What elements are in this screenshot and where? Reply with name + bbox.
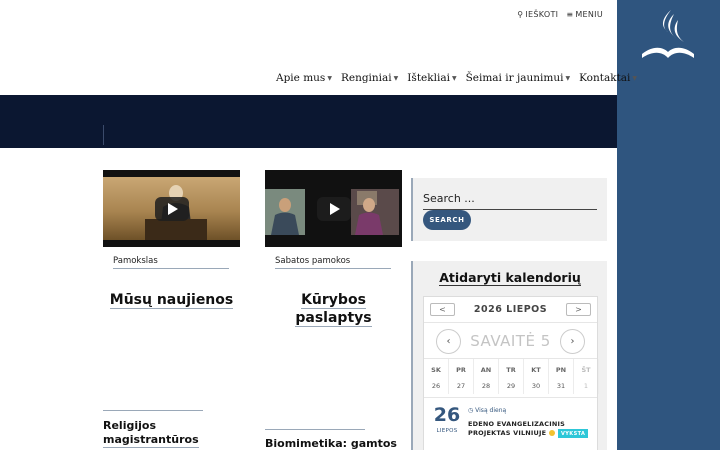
video-thumbnail[interactable]	[103, 170, 240, 247]
event-month: LIEPOS	[436, 428, 458, 434]
day-header: ŠT	[574, 359, 599, 377]
search-icon: ⚲	[517, 10, 524, 19]
card-title-text: Mūsų naujienos	[109, 292, 234, 309]
day-cell[interactable]: 28	[474, 377, 499, 394]
day-header: KT	[524, 359, 549, 377]
open-calendar-label: Atidaryti kalendorių	[439, 270, 581, 286]
nav-item-kontaktai[interactable]: Kontaktai ▼	[579, 72, 637, 84]
utility-links: ⚲ IEŠKOTI ≡ MENIU	[517, 10, 603, 19]
hero-banner	[0, 95, 617, 148]
nav-item-label: Ištekliai	[407, 72, 450, 84]
chevron-down-icon: ▼	[565, 74, 571, 82]
day-header: PR	[449, 359, 474, 377]
day-cell[interactable]: 29	[499, 377, 524, 394]
event-status-dot-icon	[548, 430, 555, 436]
search-widget: Search ... SEARCH	[411, 178, 607, 241]
open-calendar-link[interactable]: Atidaryti kalendorių	[413, 270, 607, 286]
post-title-line2: magistrantūros	[103, 433, 199, 448]
page: ⚲ IEŠKOTI ≡ MENIU Apie mus ▼ Renginiai ▼…	[0, 0, 720, 450]
day-header: SK	[424, 359, 449, 377]
nav-item-seimai-ir-jaunimui[interactable]: Šeimai ir jaunimui ▼	[466, 72, 571, 84]
nav-item-label: Renginiai	[340, 72, 392, 84]
card-title[interactable]: Kūrybos paslaptys	[265, 291, 402, 327]
clock-icon: ◷	[468, 407, 474, 414]
chevron-down-icon: ▼	[393, 74, 399, 82]
chevron-down-icon: ▼	[327, 74, 332, 82]
day-header: PN	[549, 359, 574, 377]
post-title-line1: Biomimetika: gamtos	[265, 437, 397, 450]
day-header: AN	[474, 359, 499, 377]
nav-item-label: Kontaktai	[579, 72, 631, 84]
chevron-down-icon: ▼	[451, 74, 457, 82]
nav-item-label: Šeimai ir jaunimui	[465, 72, 564, 84]
hero-divider	[103, 125, 104, 145]
play-icon[interactable]	[316, 196, 351, 221]
card-category[interactable]: Pamokslas	[113, 256, 229, 269]
card-category[interactable]: Sabatos pamokos	[275, 256, 391, 269]
video-card: Sabatos pamokos Kūrybos paslaptys	[265, 170, 402, 327]
post-title-line1: Religijos	[103, 419, 156, 432]
calendar-event[interactable]: 26 LIEPOS ◷ Visą dieną EDENO EVANGELIZAC…	[424, 397, 597, 450]
brand-column	[617, 0, 720, 450]
post-divider	[265, 429, 365, 430]
next-month-button[interactable]: >	[566, 303, 591, 316]
day-cell[interactable]: 30	[524, 377, 549, 394]
nav-item-istekliai[interactable]: Ištekliai ▼	[407, 72, 456, 84]
main-nav: Apie mus ▼ Renginiai ▼ Ištekliai ▼ Šeima…	[276, 72, 637, 84]
card-title-line1: Kūrybos	[301, 292, 366, 309]
event-all-day: ◷ Visą dieną	[468, 407, 506, 414]
play-icon[interactable]	[154, 196, 189, 221]
post-title[interactable]: Religijos magistrantūros	[103, 419, 199, 448]
menu-link[interactable]: ≡ MENIU	[566, 10, 603, 19]
search-input[interactable]: Search ...	[423, 192, 475, 205]
search-button[interactable]: SEARCH	[423, 210, 471, 230]
calendar-days: SK PR AN TR KT PN ŠT 26 27 28 29 30 31 1	[424, 359, 599, 394]
day-cell[interactable]: 31	[549, 377, 574, 394]
video-thumbnail[interactable]	[265, 170, 402, 247]
nav-item-renginiai[interactable]: Renginiai ▼	[341, 72, 398, 84]
calendar: < 2026 LIEPOS > ‹ SAVAITĖ 5 › SK PR AN T…	[423, 296, 599, 450]
post-title[interactable]: Biomimetika: gamtos	[265, 437, 397, 450]
menu-icon: ≡	[566, 10, 574, 19]
nav-item-label: Apie mus	[276, 72, 326, 84]
chevron-down-icon: ▼	[632, 74, 638, 82]
menu-link-label: MENIU	[575, 10, 603, 19]
event-all-day-label: Visą dieną	[475, 407, 507, 414]
event-day: 26	[433, 404, 461, 426]
video-card: Pamokslas Mūsų naujienos	[103, 170, 240, 309]
event-status-badge: VYKSTA	[558, 429, 589, 438]
calendar-widget: Atidaryti kalendorių < 2026 LIEPOS > ‹ S…	[411, 261, 607, 450]
card-title-line2: paslaptys	[295, 310, 372, 327]
card-title[interactable]: Mūsų naujienos	[103, 291, 240, 309]
nav-item-apie-mus[interactable]: Apie mus ▼	[276, 72, 332, 84]
day-header: TR	[499, 359, 524, 377]
day-cell[interactable]: 1	[574, 377, 599, 394]
day-cell[interactable]: 27	[449, 377, 474, 394]
next-week-button[interactable]: ›	[560, 329, 585, 354]
search-link[interactable]: ⚲ IEŠKOTI	[517, 10, 558, 19]
search-link-label: IEŠKOTI	[525, 10, 559, 19]
week-nav: ‹ SAVAITĖ 5 ›	[424, 322, 597, 359]
post-divider	[103, 410, 203, 411]
church-logo-icon[interactable]	[638, 8, 698, 64]
day-cell[interactable]: 26	[424, 377, 449, 394]
